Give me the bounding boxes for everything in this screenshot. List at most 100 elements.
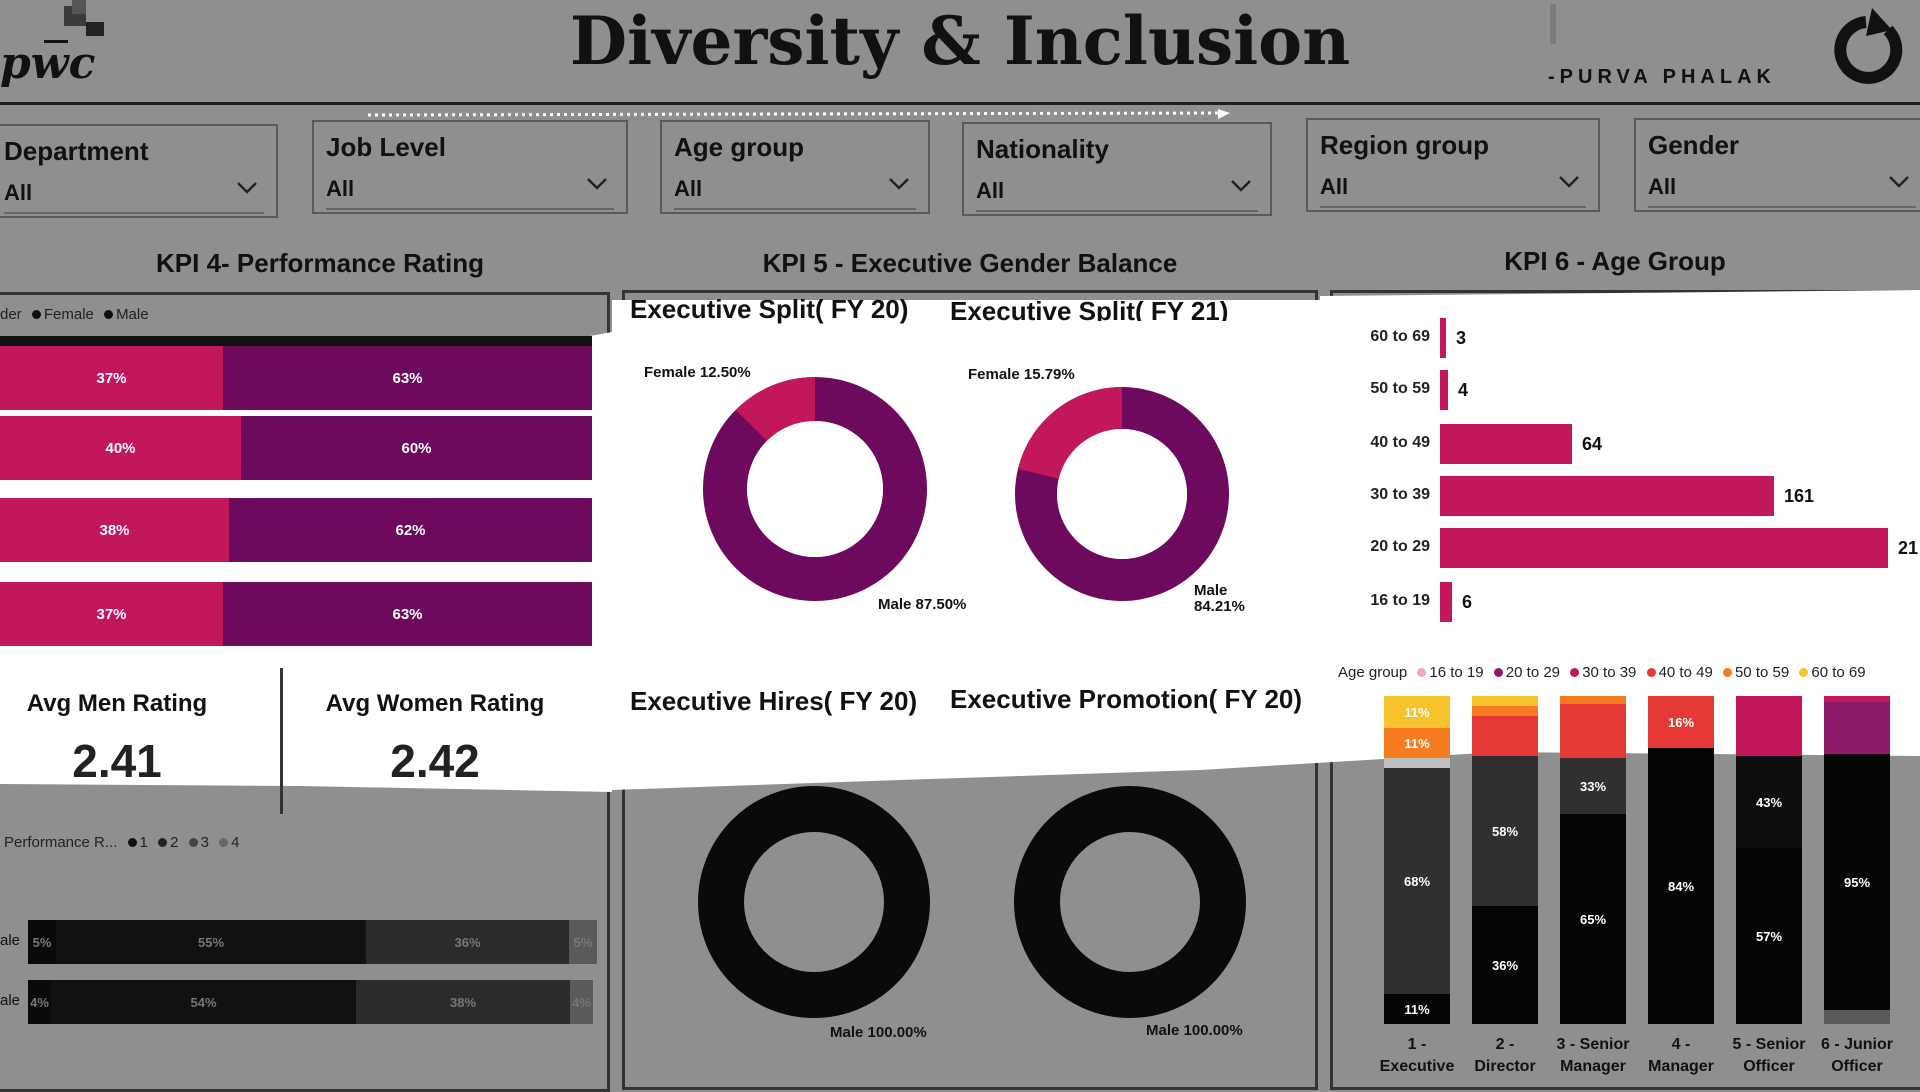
legend-dot-60-69 bbox=[1799, 668, 1809, 678]
age-bar-value: 64 bbox=[1582, 434, 1603, 454]
perf-bar-segment: 5% bbox=[569, 920, 597, 964]
filter-region-group[interactable]: Region group All bbox=[1306, 118, 1600, 212]
perf-legend-4: 4 bbox=[231, 834, 240, 851]
chevron-down-icon[interactable] bbox=[1558, 174, 1580, 190]
filter-dropdown[interactable]: All bbox=[4, 176, 264, 214]
legend-dot-1 bbox=[127, 838, 137, 848]
gender-bar-row: 37% 63% bbox=[0, 582, 592, 646]
kpi6-title: KPI 6 - Age Group bbox=[1504, 246, 1726, 276]
gender-bar-row: 40% 60% bbox=[0, 416, 592, 480]
donut-title-hires-fy20: Executive Hires( FY 20) bbox=[630, 686, 918, 716]
chevron-down-icon[interactable] bbox=[1888, 174, 1910, 190]
perf-legend-1: 1 bbox=[139, 834, 148, 851]
chevron-down-icon[interactable] bbox=[586, 176, 608, 192]
perf-bar-row: 4% 54% 38% 4% bbox=[28, 980, 593, 1024]
age-legend-20-29: 20 to 29 bbox=[1505, 664, 1561, 681]
filter-job-level[interactable]: Job Level All bbox=[312, 120, 628, 214]
perf-bar-segment: 54% bbox=[51, 980, 356, 1024]
column-segment: 58% bbox=[1472, 756, 1538, 906]
chevron-down-icon[interactable] bbox=[888, 176, 910, 192]
column-segment: 43% bbox=[1736, 756, 1802, 848]
age-bar-value: 161 bbox=[1784, 486, 1815, 506]
filter-dropdown[interactable]: All bbox=[326, 172, 614, 210]
column-segment: 57% bbox=[1736, 848, 1802, 1024]
chevron-down-icon[interactable] bbox=[1230, 178, 1252, 194]
header-divider-mark bbox=[1550, 4, 1556, 44]
legend-title-fragment: der bbox=[0, 306, 22, 323]
filter-value: All bbox=[674, 176, 703, 201]
logo-text: pwc bbox=[0, 38, 96, 89]
age-bar-label: 50 to 59 bbox=[1370, 380, 1430, 397]
filter-value: All bbox=[4, 180, 33, 205]
filter-dropdown[interactable]: All bbox=[976, 174, 1258, 212]
job-level-column: 58% 36% bbox=[1472, 696, 1538, 1024]
legend-dot-4 bbox=[219, 838, 229, 848]
job-level-column: 16% 84% bbox=[1648, 696, 1714, 1024]
age-bar bbox=[1440, 476, 1774, 516]
avg-men-rating-label: Avg Men Rating bbox=[26, 690, 208, 717]
age-legend-60-69: 60 to 69 bbox=[1811, 664, 1866, 681]
column-segment bbox=[1472, 706, 1538, 716]
perf-bar-segment: 4% bbox=[570, 980, 593, 1024]
perf-bar-row: 5% 55% 36% 5% bbox=[28, 920, 597, 964]
column-segment: 65% bbox=[1560, 814, 1626, 1024]
age-bar-label: 60 to 69 bbox=[1370, 328, 1430, 345]
filter-label: Gender bbox=[1648, 130, 1740, 160]
column-segment: 36% bbox=[1472, 906, 1538, 1024]
bar-segment-female: 40% bbox=[0, 416, 241, 480]
gender-bar-row: 37% 63% bbox=[0, 346, 592, 410]
age-bar bbox=[1440, 370, 1448, 410]
perf-bar-segment: 38% bbox=[356, 980, 570, 1024]
filter-label: Job Level bbox=[326, 132, 446, 162]
age-bar-label: 30 to 39 bbox=[1370, 486, 1430, 503]
age-bar-label: 16 to 19 bbox=[1370, 592, 1430, 609]
age-bar-value: 6 bbox=[1462, 592, 1473, 612]
chevron-down-icon[interactable] bbox=[236, 180, 258, 196]
header-rule bbox=[0, 102, 1920, 105]
donut-label-female: Female 15.79% bbox=[968, 366, 1075, 383]
bar-segment-female: 37% bbox=[0, 582, 223, 646]
gender-bar-row: 38% 62% bbox=[0, 498, 592, 562]
filter-nationality[interactable]: Nationality All bbox=[962, 122, 1272, 216]
bar-segment-male: 63% bbox=[223, 582, 592, 646]
job-level-column: 11% 11% 68% 11% bbox=[1384, 696, 1450, 1024]
filter-label: Age group bbox=[674, 132, 804, 162]
filter-dropdown[interactable]: All bbox=[1320, 170, 1586, 208]
refresh-icon[interactable] bbox=[1826, 4, 1908, 94]
perf-bar-segment: 4% bbox=[28, 980, 51, 1024]
donut-title-promotion-fy20: Executive Promotion( FY 20) bbox=[950, 684, 1303, 714]
column-segment: 95% bbox=[1824, 754, 1890, 1010]
perf-bar-segment: 36% bbox=[366, 920, 569, 964]
donut-hires-fy20 bbox=[698, 786, 930, 1018]
filter-label: Region group bbox=[1320, 130, 1489, 160]
bar-segment-male: 60% bbox=[241, 416, 592, 480]
column-segment bbox=[1560, 696, 1626, 704]
column-segment: 84% bbox=[1648, 748, 1714, 1024]
column-segment bbox=[1824, 1010, 1890, 1024]
job-level-column: 43% 57% bbox=[1736, 696, 1802, 1024]
filter-dropdown[interactable]: All bbox=[674, 172, 916, 210]
black-strip bbox=[0, 336, 592, 346]
filter-age-group[interactable]: Age group All bbox=[660, 120, 930, 214]
perf-bar-segment: 5% bbox=[28, 920, 56, 964]
legend-dot-female bbox=[31, 310, 41, 320]
perf-legend-2: 2 bbox=[170, 834, 179, 851]
filter-dropdown[interactable]: All bbox=[1648, 170, 1916, 208]
bar-segment-female: 38% bbox=[0, 498, 229, 562]
filter-value: All bbox=[976, 178, 1005, 203]
column-label-line1: 6 - Junior bbox=[1820, 1036, 1893, 1053]
age-legend-40-49: 40 to 49 bbox=[1658, 664, 1713, 681]
age-bar bbox=[1440, 528, 1888, 568]
age-legend-30-39: 30 to 39 bbox=[1582, 664, 1637, 681]
filter-label: Nationality bbox=[976, 134, 1109, 164]
age-bar-value: 3 bbox=[1456, 328, 1467, 348]
filter-label: Department bbox=[4, 136, 149, 166]
age-legend-16-19: 16 to 19 bbox=[1429, 664, 1484, 681]
job-level-column: 95% bbox=[1824, 696, 1890, 1024]
column-segment bbox=[1472, 696, 1538, 706]
gender-legend: der Female Male bbox=[0, 306, 149, 323]
filter-gender[interactable]: Gender All bbox=[1634, 118, 1920, 212]
age-bar-value: 4 bbox=[1458, 380, 1469, 400]
age-legend-50-59: 50 to 59 bbox=[1734, 664, 1790, 681]
filter-department[interactable]: Department All bbox=[0, 124, 278, 218]
